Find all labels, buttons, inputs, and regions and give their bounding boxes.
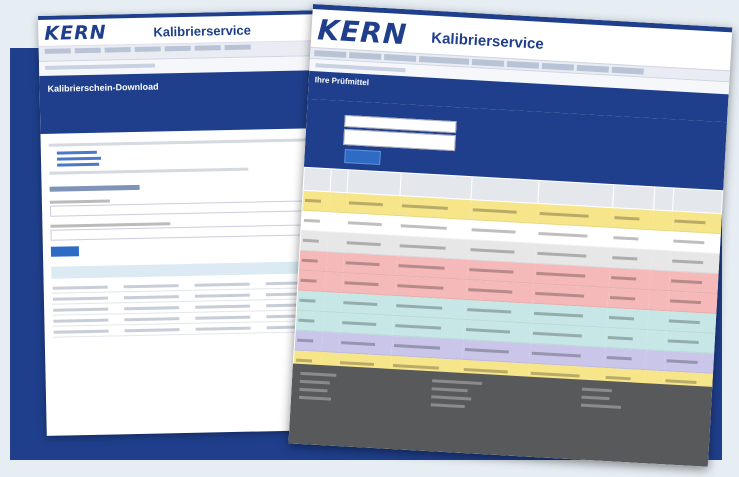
instrument-list-screenshot: KERN Kalibrierservice Ihre Prüfmittel xyxy=(288,4,733,467)
search-button[interactable] xyxy=(344,149,381,165)
kern-logo[interactable]: KERN xyxy=(44,22,107,45)
promo-collage: KERN Kalibrierservice Kalibrierschein-Do… xyxy=(0,0,739,477)
site-title: Kalibrierservice xyxy=(430,29,545,53)
page-banner: Kalibrierschein-Download xyxy=(39,69,341,134)
site-title: Kalibrierservice xyxy=(153,22,252,40)
instrument-table xyxy=(293,167,724,393)
kern-logo[interactable]: KERN xyxy=(317,13,409,51)
page-heading: Kalibrierschein-Download xyxy=(47,81,159,94)
submit-button[interactable] xyxy=(50,246,80,257)
results-bar xyxy=(51,260,336,279)
